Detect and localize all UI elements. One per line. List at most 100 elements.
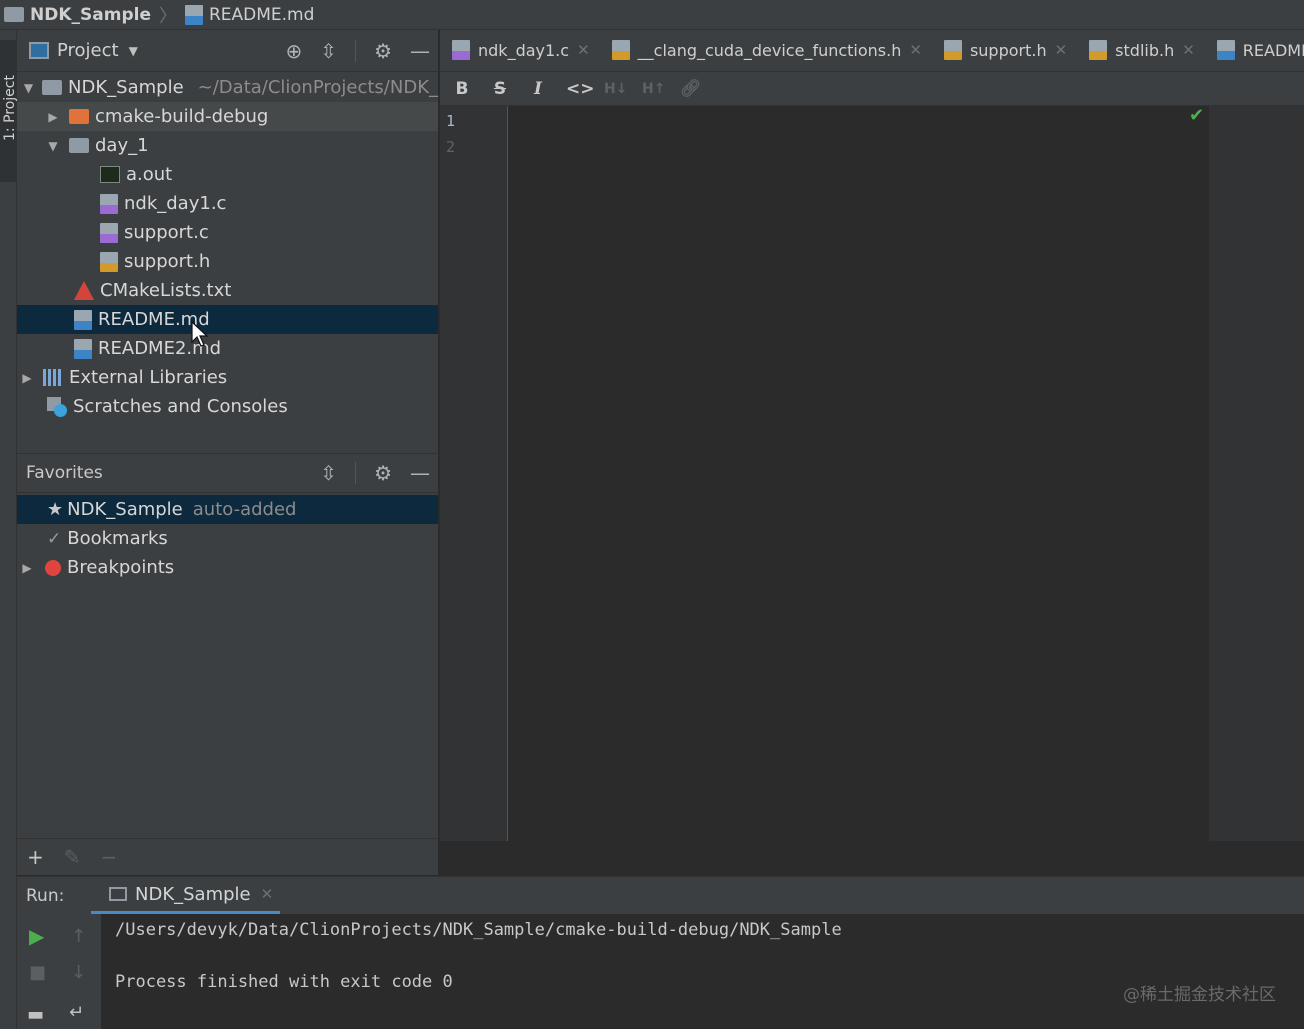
- header-file-icon: [611, 40, 630, 60]
- chevron-down-icon[interactable]: ▼: [23, 81, 34, 95]
- console-line: /Users/devyk/Data/ClionProjects/NDK_Samp…: [115, 920, 842, 940]
- chevron-right-icon[interactable]: ▶: [21, 561, 33, 575]
- close-icon[interactable]: ✕: [1055, 41, 1068, 59]
- italic-button[interactable]: I: [528, 79, 548, 99]
- hide-panel-icon[interactable]: —: [410, 461, 430, 485]
- header-decrease-button[interactable]: H↓: [604, 81, 627, 97]
- folder-icon: [69, 137, 89, 155]
- bold-button[interactable]: B: [452, 79, 472, 99]
- code-button[interactable]: <>: [566, 79, 595, 99]
- tree-item-label: day_1: [95, 135, 149, 156]
- tree-item-ndk-sample[interactable]: ▼ NDK_Sample ~/Data/ClionProjects/NDK_: [17, 73, 438, 102]
- tree-item-label: Scratches and Consoles: [73, 396, 288, 417]
- favorites-header: Favorites ⇳ ⚙ —: [17, 453, 438, 493]
- tree-item-label: NDK_Sample: [68, 77, 184, 98]
- chevron-right-icon[interactable]: ▶: [47, 110, 59, 124]
- chevron-down-icon[interactable]: ▼: [129, 44, 138, 58]
- tree-item-readme-md[interactable]: README.md: [17, 305, 438, 334]
- tree-item-external-libraries[interactable]: ▶ External Libraries: [17, 363, 438, 392]
- close-icon[interactable]: ✕: [261, 885, 274, 903]
- project-panel-header: Project ▼ ⊕ ⇳ ⚙ —: [17, 30, 438, 72]
- remove-icon[interactable]: −: [101, 845, 118, 869]
- header-increase-button[interactable]: H↑: [642, 81, 665, 97]
- tree-item-cmakelists[interactable]: CMakeLists.txt: [17, 276, 438, 305]
- tree-item-support-h[interactable]: support.h: [17, 247, 438, 276]
- folder-icon: [4, 7, 24, 22]
- favorites-item-breakpoints[interactable]: ▶ Breakpoints: [17, 553, 438, 582]
- stop-icon[interactable]: ■: [29, 962, 46, 983]
- chevron-right-icon[interactable]: ▶: [21, 371, 33, 385]
- folder-icon: [69, 108, 89, 126]
- inspection-ok-icon[interactable]: ✔: [1189, 105, 1204, 126]
- close-icon[interactable]: ✕: [1182, 41, 1195, 59]
- project-tool-window-button[interactable]: 1: Project: [0, 40, 18, 182]
- soft-wrap-icon[interactable]: ↵: [69, 1002, 84, 1023]
- breadcrumb-project[interactable]: NDK_Sample: [4, 5, 151, 25]
- mouse-cursor-icon: [191, 320, 209, 347]
- check-icon: ✓: [47, 528, 62, 549]
- tree-item-day-1[interactable]: ▼ day_1: [17, 131, 438, 160]
- favorites-item-ndk-sample[interactable]: ★ NDK_Sample auto-added: [17, 495, 438, 524]
- favorites-item-label: Bookmarks: [67, 528, 168, 549]
- tree-item-label: support.c: [124, 222, 209, 243]
- close-icon[interactable]: ✕: [909, 41, 922, 59]
- tree-item-ndk-day1-c[interactable]: ndk_day1.c: [17, 189, 438, 218]
- run-console-output[interactable]: /Users/devyk/Data/ClionProjects/NDK_Samp…: [101, 914, 1304, 1029]
- tab-readme2[interactable]: README2: [1205, 30, 1304, 71]
- tree-item-a-out[interactable]: a.out: [17, 160, 438, 189]
- close-icon[interactable]: ✕: [577, 41, 590, 59]
- header-file-icon: [1089, 40, 1108, 60]
- tree-item-scratches[interactable]: Scratches and Consoles: [17, 392, 438, 421]
- collapse-all-icon[interactable]: ⇳: [320, 461, 337, 485]
- hide-panel-icon[interactable]: —: [410, 39, 430, 63]
- navigation-breadcrumb: NDK_Sample 〉 README.md: [0, 0, 1304, 30]
- strikethrough-button[interactable]: S: [490, 79, 510, 99]
- tab-ndk-day1-c[interactable]: ndk_day1.c ✕: [440, 30, 600, 71]
- breadcrumb-file-label: README.md: [208, 4, 315, 25]
- executable-file-icon: [100, 166, 120, 183]
- favorites-item-bookmarks[interactable]: ✓ Bookmarks: [17, 524, 438, 553]
- left-tool-stripe: 1: Project: [0, 30, 18, 1029]
- edit-icon[interactable]: ✎: [64, 845, 81, 869]
- project-tool-window: Project ▼ ⊕ ⇳ ⚙ — ▼ NDK_Sample ~/Data/Cl…: [17, 30, 438, 875]
- collapse-all-icon[interactable]: ⇳: [320, 39, 337, 63]
- tree-item-label: a.out: [126, 164, 173, 185]
- chevron-down-icon[interactable]: ▼: [47, 139, 59, 153]
- up-arrow-icon[interactable]: ↑: [71, 926, 86, 947]
- run-panel-toolbar: ▶ ↑ ■ ↓ ▬ ↵: [17, 914, 101, 1029]
- run-tab-ndk-sample[interactable]: NDK_Sample ✕: [91, 877, 280, 915]
- favorites-toolbar: + ✎ −: [17, 838, 438, 875]
- console-line: Process finished with exit code 0: [115, 972, 453, 992]
- tab-label: __clang_cuda_device_functions.h: [637, 40, 902, 60]
- add-icon[interactable]: +: [27, 845, 44, 869]
- project-view-icon: [29, 42, 49, 59]
- down-arrow-icon[interactable]: ↓: [71, 962, 86, 983]
- tree-item-cmake-build-debug[interactable]: ▶ cmake-build-debug: [17, 102, 438, 131]
- tab-stdlib-h[interactable]: stdlib.h ✕: [1077, 30, 1205, 71]
- gear-icon[interactable]: ⚙: [374, 39, 392, 63]
- breadcrumb-file[interactable]: README.md: [184, 4, 315, 25]
- editor-bottom-space: [440, 841, 1304, 875]
- editor-text-area[interactable]: [509, 106, 1209, 841]
- link-icon[interactable]: 🔗︎: [680, 79, 702, 99]
- tab-label: stdlib.h: [1115, 40, 1175, 60]
- tree-item-label: support.h: [124, 251, 211, 272]
- project-view-selector[interactable]: Project: [57, 40, 119, 61]
- tree-item-label: External Libraries: [69, 367, 228, 388]
- tree-item-readme2-md[interactable]: README2.md: [17, 334, 438, 363]
- gear-icon[interactable]: ⚙: [374, 461, 392, 485]
- tab-clang-cuda-device-functions-h[interactable]: __clang_cuda_device_functions.h ✕: [600, 30, 932, 71]
- markdown-toolbar: B S I <> H↓ H↑ 🔗︎: [440, 72, 1304, 106]
- scratch-icon: [47, 396, 67, 417]
- layout-icon[interactable]: ▬: [27, 1004, 44, 1025]
- tab-support-h[interactable]: support.h ✕: [932, 30, 1077, 71]
- header-file-icon: [943, 40, 962, 60]
- locate-icon[interactable]: ⊕: [286, 39, 303, 63]
- chevron-right-icon: 〉: [158, 5, 177, 27]
- rerun-play-icon[interactable]: ▶: [29, 924, 44, 948]
- c-file-icon: [100, 222, 118, 243]
- tree-item-support-c[interactable]: support.c: [17, 218, 438, 247]
- favorites-title: Favorites: [26, 463, 103, 483]
- run-panel-label: Run:: [26, 885, 65, 906]
- breadcrumb-project-label: NDK_Sample: [30, 4, 151, 25]
